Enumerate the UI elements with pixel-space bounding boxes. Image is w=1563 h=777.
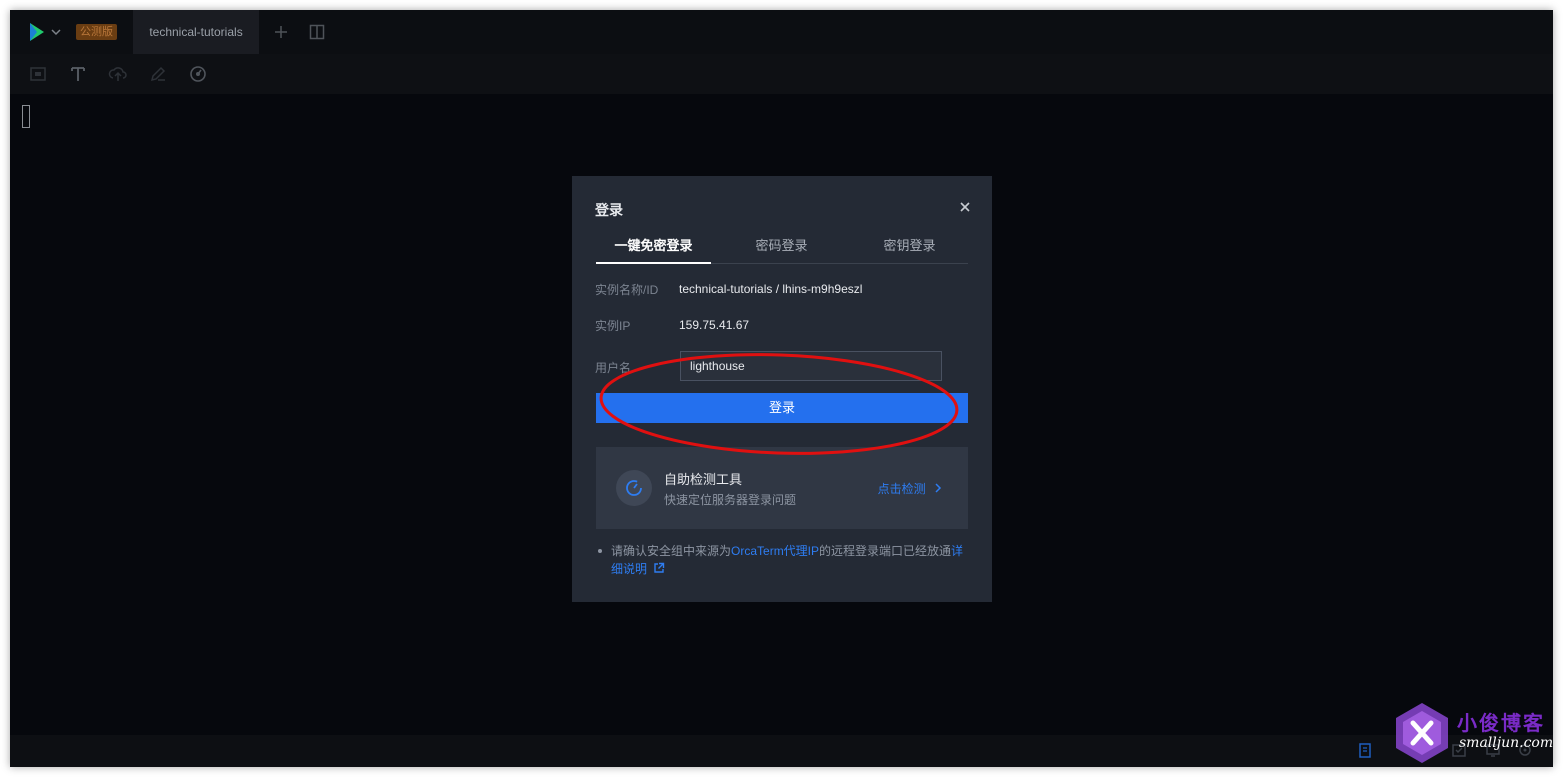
tab-key-login[interactable]: 密钥登录 (852, 228, 967, 264)
external-link-icon (654, 562, 665, 573)
orcaterm-window: 公测版 technical-tutorials 登录 一键免密登录 密码登录 密… (10, 10, 1553, 767)
diagnostic-subtitle: 快速定位服务器登录问题 (664, 493, 797, 507)
diagnostic-icon (616, 470, 652, 506)
start-diagnostic-link[interactable]: 点击检测 (878, 480, 944, 497)
ip-label: 实例IP (595, 319, 631, 333)
tab-password-login[interactable]: 密码登录 (724, 228, 839, 264)
diagnostic-tool-card: 自助检测工具 快速定位服务器登录问题 点击检测 (596, 447, 968, 529)
edit-icon[interactable] (148, 64, 168, 84)
split-view-icon[interactable] (307, 22, 327, 42)
ip-value: 159.75.41.67 (679, 318, 750, 332)
upload-icon[interactable] (108, 64, 128, 84)
logo-icon (30, 23, 61, 41)
note-text: 请确认安全组中来源为OrcaTerm代理IP的远程登录端口已经放通详细说明 (598, 542, 968, 578)
close-icon[interactable] (956, 198, 974, 216)
beta-badge: 公测版 (76, 24, 117, 40)
terminal-cursor (22, 105, 30, 128)
login-method-tabs: 一键免密登录 密码登录 密钥登录 (596, 228, 968, 264)
bullet-dot (598, 549, 602, 553)
username-input[interactable] (680, 351, 942, 381)
status-bar (10, 735, 1553, 767)
tab-technical-tutorials[interactable]: technical-tutorials (133, 10, 259, 54)
instance-label: 实例名称/ID (595, 283, 659, 297)
proxy-ip-link[interactable]: OrcaTerm代理IP (731, 544, 819, 558)
text-icon[interactable] (68, 64, 88, 84)
tab-passwordless-login[interactable]: 一键免密登录 (596, 228, 711, 264)
watermark-url: smalljun.com (1459, 735, 1554, 751)
plus-icon[interactable] (271, 22, 291, 42)
title-bar: 公测版 technical-tutorials (10, 10, 1553, 54)
watermark-title: 小俊博客 (1457, 711, 1545, 735)
login-dialog: 登录 一键免密登录 密码登录 密钥登录 实例名称/ID technical-tu… (572, 176, 992, 602)
login-button[interactable]: 登录 (596, 393, 968, 423)
chevron-right-icon (935, 483, 942, 493)
toolbar (10, 54, 1553, 94)
dialog-title: 登录 (595, 202, 623, 218)
start-diagnostic-label: 点击检测 (877, 482, 926, 496)
speed-icon[interactable] (188, 64, 208, 84)
security-group-note: 请确认安全组中来源为OrcaTerm代理IP的远程登录端口已经放通详细说明 (598, 542, 968, 578)
watermark: 小俊博客 smalljun.com (1393, 701, 1553, 767)
instance-value: technical-tutorials / lhins-m9h9eszl (679, 282, 863, 296)
clipboard-icon[interactable] (1356, 741, 1374, 759)
diagnostic-title: 自助检测工具 (664, 472, 743, 487)
note-part1: 请确认安全组中来源为 (611, 544, 732, 558)
screenshot-icon[interactable] (28, 64, 48, 84)
watermark-logo (1396, 703, 1448, 763)
app-logo[interactable] (26, 21, 66, 43)
note-part2: 的远程登录端口已经放通 (819, 544, 952, 558)
username-label: 用户名 (595, 361, 632, 375)
